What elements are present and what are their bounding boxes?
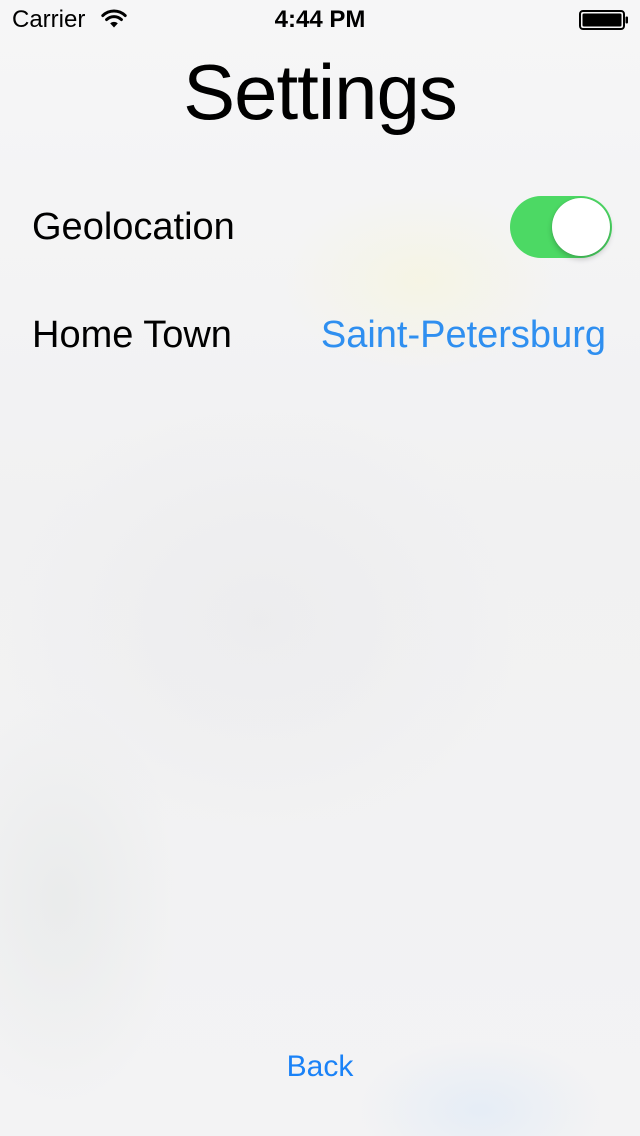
background [0,0,640,1136]
page-title: Settings [183,48,458,136]
home-town-label: Home Town [32,314,232,356]
status-time: 4:44 PM [274,6,366,33]
home-town-value-link[interactable]: Saint-Petersburg [321,312,606,358]
geolocation-toggle[interactable] [510,196,612,258]
back-button[interactable]: Back [0,1048,640,1086]
battery-icon [579,10,628,30]
toggle-knob [552,198,610,256]
geolocation-label: Geolocation [32,206,235,248]
status-bar: Carrier 4:44 PM [0,0,640,40]
